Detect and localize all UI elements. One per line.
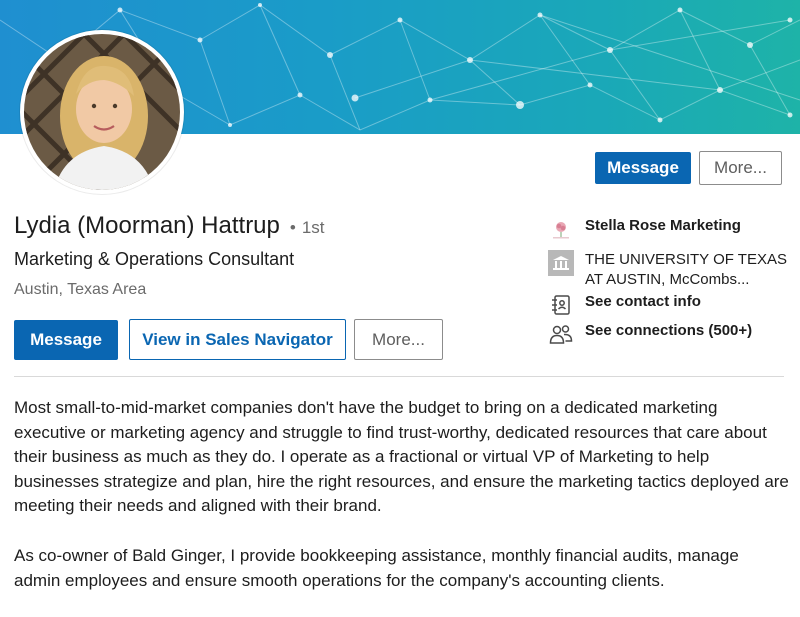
- university-building-icon: [548, 250, 574, 276]
- contact-card-icon: [548, 292, 574, 318]
- connection-degree: • 1st: [290, 218, 325, 238]
- message-button[interactable]: Message: [14, 320, 118, 360]
- profile-location: Austin, Texas Area: [14, 281, 147, 298]
- about-paragraph-1: Most small-to-mid-market companies don't…: [14, 398, 789, 515]
- section-divider: [14, 376, 784, 377]
- connections-link[interactable]: See connections (500+): [548, 321, 752, 347]
- profile-name: Lydia (Moorman) Hattrup: [14, 212, 280, 239]
- company-name: Stella Rose Marketing: [585, 217, 741, 234]
- name-row: Lydia (Moorman) Hattrup • 1st: [14, 212, 325, 240]
- more-actions-button[interactable]: More...: [354, 319, 443, 360]
- school-name-line1: THE UNIVERSITY OF TEXAS: [585, 251, 787, 268]
- people-icon: [548, 321, 574, 347]
- contact-info-link[interactable]: See contact info: [548, 292, 701, 318]
- current-company[interactable]: Stella Rose Marketing: [548, 216, 741, 242]
- education-school[interactable]: THE UNIVERSITY OF TEXAS AT AUSTIN, McCom…: [548, 250, 787, 290]
- degree-separator: •: [289, 218, 296, 237]
- about-paragraph-2: As co-owner of Bald Ginger, I provide bo…: [14, 546, 739, 590]
- top-message-button[interactable]: Message: [595, 152, 691, 184]
- connections-label: See connections (500+): [585, 322, 753, 339]
- top-more-button[interactable]: More...: [699, 151, 782, 185]
- degree-label: 1st: [301, 218, 325, 237]
- school-name-line2: AT AUSTIN, McCombs...: [585, 271, 750, 288]
- profile-avatar[interactable]: [20, 30, 184, 194]
- profile-headline: Marketing & Operations Consultant: [14, 249, 295, 269]
- profile-photo: [24, 34, 180, 190]
- school-name: THE UNIVERSITY OF TEXAS AT AUSTIN, McCom…: [585, 250, 787, 290]
- contact-info-label: See contact info: [585, 293, 701, 310]
- rose-logo-icon: [548, 216, 574, 242]
- view-sales-navigator-button[interactable]: View in Sales Navigator: [129, 319, 346, 360]
